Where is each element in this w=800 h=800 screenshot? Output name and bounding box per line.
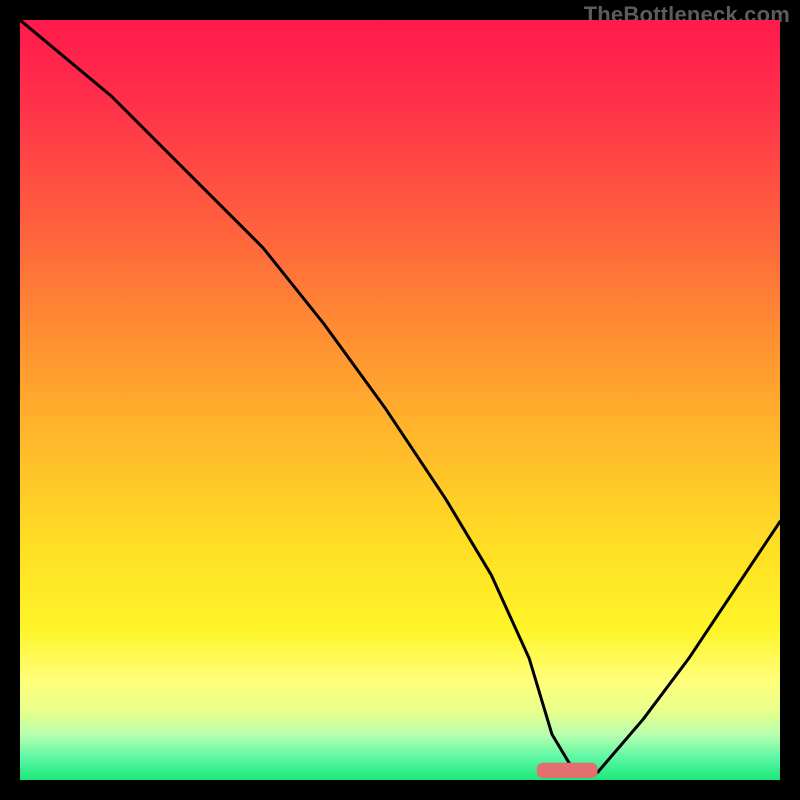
bottleneck-curve-line [20, 20, 780, 772]
sweet-spot-marker [537, 763, 598, 778]
chart-container: TheBottleneck.com [0, 0, 800, 800]
plot-area [20, 20, 780, 780]
chart-svg [20, 20, 780, 780]
